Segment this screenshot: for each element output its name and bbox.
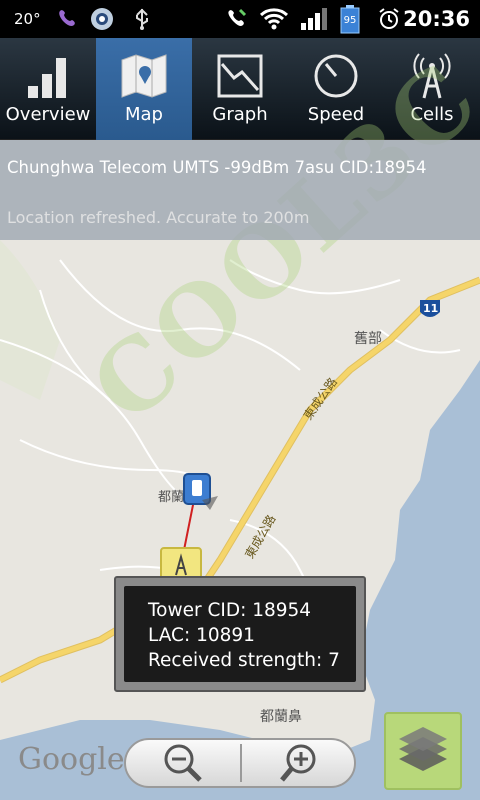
viber-icon [54,0,80,38]
battery-level-text: 95 [343,15,357,26]
place-label: 都蘭 [158,490,185,505]
tab-graph[interactable]: Graph [192,38,288,140]
battery-icon: 95 [338,0,362,38]
network-info-panel: Chunghwa Telecom UMTS -99dBm 7asu CID:18… [0,140,480,240]
zoom-controls [124,738,356,788]
google-logo: Google [18,742,125,777]
location-status-text: Location refreshed. Accurate to 200m [7,208,310,227]
call-forward-icon [224,0,250,38]
lac-text: LAC: 10891 [148,625,255,646]
zoom-out-button[interactable] [126,740,240,786]
zoom-out-icon [164,744,202,782]
tab-map-label: Map [125,104,163,125]
layers-button[interactable] [384,712,462,790]
tower-info-popup[interactable]: Tower CID: 18954 LAC: 10891 Received str… [114,576,366,692]
bars-icon [28,58,66,98]
clock-text: 20:36 [403,7,470,31]
zoom-in-button[interactable] [242,740,356,786]
tab-overview-label: Overview [5,104,91,125]
network-info-text: Chunghwa Telecom UMTS -99dBm 7asu CID:18… [7,158,427,177]
place-label: 都蘭鼻 [260,709,302,725]
speedometer-icon [314,54,358,98]
graph-icon [217,54,263,98]
map-icon [121,54,167,98]
strength-text: Received strength: 7 [148,650,340,671]
temperature-text: 20° [14,10,41,28]
alarm-icon [376,0,402,38]
zoom-in-icon [280,744,316,782]
usb-icon [130,0,154,38]
layers-icon [399,727,447,771]
tab-map[interactable]: Map [96,38,192,140]
tower-info-body: Tower CID: 18954 LAC: 10891 Received str… [124,586,356,682]
tab-overview[interactable]: Overview [0,38,96,140]
tower-cid-text: Tower CID: 18954 [148,600,312,621]
status-bar: 20° 95 20:36 [0,0,480,38]
route-number-label: 11 [423,302,439,315]
tab-graph-label: Graph [212,104,268,125]
place-label: 舊部 [354,331,382,347]
wifi-icon [258,0,290,38]
signal-strength-icon [298,0,328,38]
app-notification-icon [88,0,116,38]
